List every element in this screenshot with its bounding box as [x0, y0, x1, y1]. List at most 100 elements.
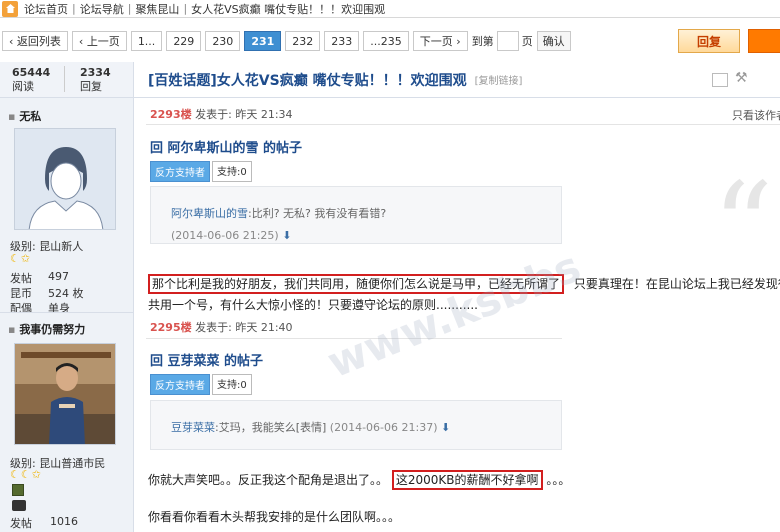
quote-jump-icon[interactable]: ⬇	[441, 421, 450, 434]
home-icon[interactable]	[2, 0, 18, 17]
crumb-thread[interactable]: 女人花VS疯癫 嘴仗专贴！！！欢迎围观	[191, 1, 385, 17]
level-stars-icon: ☾☾✩	[10, 468, 42, 481]
support-button[interactable]: 支持:0	[212, 374, 252, 395]
select-checkbox[interactable]	[712, 73, 728, 87]
user-photo-icon	[15, 344, 115, 444]
crumb-forum-nav[interactable]: 论坛导航	[80, 1, 124, 17]
quote-time-line: (2014-06-06 21:25) ⬇	[171, 229, 561, 242]
pager: ‹ 返回列表 ‹ 上一页 1... 229 230 231 232 233 ..…	[0, 28, 780, 54]
post-meta: 2293楼 发表于: 昨天 21:34	[150, 106, 293, 122]
goto-confirm-button[interactable]: 确认	[536, 31, 571, 51]
avatar[interactable]	[14, 343, 116, 445]
quote-author[interactable]: 阿尔卑斯山的雪	[171, 207, 248, 220]
wrench-icon[interactable]: ⚒	[735, 70, 748, 86]
level-value: 昆山普通市民	[39, 457, 106, 470]
support-badge: 反方支持者 支持:0	[150, 374, 252, 395]
back-label: 返回列表	[16, 35, 61, 48]
post-body-line: 你看看你看看木头帮我安排的是什么团队啊。。。	[148, 510, 401, 524]
views-stat: 65444 阅读	[12, 66, 50, 94]
new-post-button[interactable]	[748, 29, 780, 53]
floor-number[interactable]: 2293楼	[150, 108, 192, 121]
post-meta: 2295楼 发表于: 昨天 21:40	[150, 319, 293, 335]
coins-label: 昆币	[10, 287, 32, 300]
author-name[interactable]: ▪ 我事仍需努力	[8, 321, 85, 337]
quote-time: (2014-06-06 21:25)	[171, 229, 279, 242]
replies-label: 回复	[80, 80, 102, 93]
quote-author[interactable]: 豆芽菜菜	[171, 421, 215, 434]
goto-unit: 页	[521, 35, 533, 48]
copy-link[interactable]: [复制链接]	[475, 72, 523, 87]
back-to-list-button[interactable]: ‹ 返回列表	[2, 31, 68, 51]
posts-label: 发帖	[10, 272, 32, 285]
crumb-separator: |	[72, 2, 76, 15]
page-link[interactable]: 232	[285, 31, 321, 51]
crumb-forum-home[interactable]: 论坛首页	[24, 1, 68, 17]
posts-label: 发帖	[10, 517, 32, 530]
author-name[interactable]: ▪ 无私	[8, 108, 41, 124]
thread-title: [百姓话题]女人花VS疯癫 嘴仗专贴！！！欢迎围观	[148, 72, 467, 89]
watermark: www.ksbbs	[320, 241, 588, 388]
page-link[interactable]: 230	[205, 31, 241, 51]
page-link[interactable]: ...235	[363, 31, 409, 51]
crumb-separator: |	[183, 2, 188, 15]
page-link[interactable]: 229	[166, 31, 202, 51]
quote-text: :艾玛，我能笑么[表情]	[215, 421, 327, 434]
posts-value: 1016	[50, 515, 78, 528]
support-badge: 反方支持者 支持:0	[150, 161, 252, 182]
page-link[interactable]: 1...	[130, 31, 163, 51]
level-value: 昆山新人	[39, 240, 84, 253]
reply-button[interactable]: 回复	[678, 29, 740, 53]
quote-text: :比利? 无私? 我有没有看错?	[248, 207, 387, 220]
posts-count: 发帖 1016	[10, 515, 120, 531]
views-count: 65444	[12, 66, 51, 79]
goto-label: 到第	[471, 35, 494, 48]
crumb-board[interactable]: 聚焦昆山	[135, 1, 179, 17]
quote-mark-icon: “	[712, 158, 774, 297]
author-sidebar: ▪ 无私 级别: 昆山新人 ☾✩ 发帖 497 昆币 524 枚 配偶 单身	[0, 98, 134, 315]
prev-page-button[interactable]: ‹ 上一页	[71, 31, 127, 51]
divider	[146, 124, 780, 125]
posts-count: 发帖 497	[10, 270, 120, 286]
level-stars-icon: ☾✩	[10, 252, 32, 265]
medal-icon	[12, 484, 24, 496]
highlighted-text: 这2000KB的薪酬不好拿啊	[391, 470, 543, 490]
quote-time: (2014-06-06 21:37)	[329, 421, 438, 434]
support-button[interactable]: 支持:0	[212, 161, 252, 182]
author-sidebar: ▪ 我事仍需努力 级别: 昆山普通市民 ☾☾✩ 发帖 1016	[0, 312, 134, 532]
current-page: 231	[244, 31, 282, 51]
post-body-line: 你就大声笑吧。。反正我这个配角是退出了。。 这2000KB的薪酬不好拿啊 。。。	[148, 470, 571, 490]
quote-block: 豆芽菜菜:艾玛，我能笑么[表情] (2014-06-06 21:37) ⬇	[150, 400, 562, 450]
divider	[64, 66, 65, 92]
quote-line: 阿尔卑斯山的雪:比利? 无私? 我有没有看错?	[171, 205, 561, 221]
reply-title: 回 豆芽菜菜 的帖子	[150, 354, 264, 369]
quote-jump-icon[interactable]: ⬇	[282, 229, 291, 242]
breadcrumb: 论坛首页 | 论坛导航 | 聚焦昆山 | 女人花VS疯癫 嘴仗专贴！！！欢迎围观	[0, 0, 780, 18]
only-author-link[interactable]: 只看该作者	[732, 107, 780, 123]
default-avatar-icon	[15, 129, 115, 229]
post-text: 。。。	[546, 473, 571, 487]
coins-count: 昆币 524 枚	[10, 285, 120, 301]
camera-icon	[12, 500, 26, 511]
post-text: 只要真理在！在昆山论坛上我已经发现很多人	[573, 277, 780, 291]
prev-label: 上一页	[86, 35, 120, 48]
support-side: 反方支持者	[150, 161, 210, 182]
author-name-text: 我事仍需努力	[19, 323, 86, 336]
posts-value: 497	[48, 270, 69, 283]
post-time: 发表于: 昨天 21:40	[195, 321, 293, 334]
author-name-text: 无私	[19, 110, 42, 123]
replies-count: 2334	[80, 66, 111, 79]
crumb-separator: |	[127, 2, 132, 15]
avatar[interactable]	[14, 128, 116, 230]
floor-number[interactable]: 2295楼	[150, 321, 192, 334]
views-label: 阅读	[12, 80, 34, 93]
thread-title-bar: [百姓话题]女人花VS疯癫 嘴仗专贴！！！欢迎围观 [复制链接] ⚒	[134, 62, 780, 98]
coins-value: 524 枚	[48, 287, 84, 300]
support-side: 反方支持者	[150, 374, 210, 395]
goto-page-input[interactable]	[496, 31, 519, 51]
next-page-button[interactable]: 下一页 ›	[412, 31, 468, 51]
post-text: 你就大声笑吧。。反正我这个配角是退出了。。	[148, 473, 389, 487]
page-link[interactable]: 233	[324, 31, 360, 51]
post-time: 发表于: 昨天 21:34	[195, 108, 293, 121]
quote-block: 阿尔卑斯山的雪:比利? 无私? 我有没有看错? (2014-06-06 21:2…	[150, 186, 562, 244]
reply-title: 回 阿尔卑斯山的雪 的帖子	[150, 141, 303, 156]
